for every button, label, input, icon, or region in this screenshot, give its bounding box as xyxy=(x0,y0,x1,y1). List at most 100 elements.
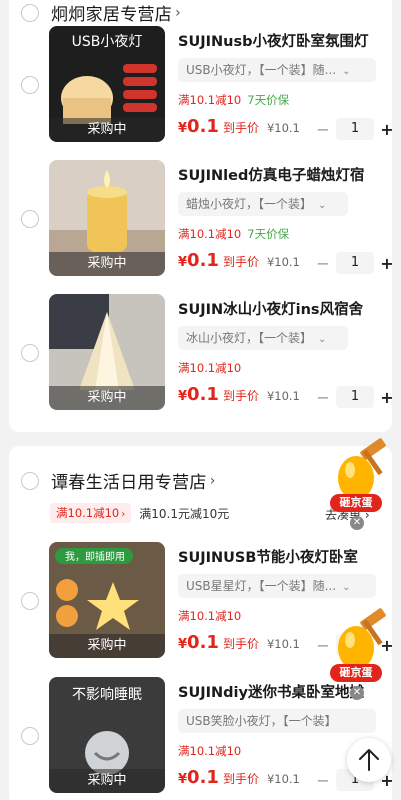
chevron-right-icon: › xyxy=(175,4,181,21)
store-name[interactable]: 炯炯家居专营店 xyxy=(51,0,172,25)
promo-text: 满10.1减10 xyxy=(178,743,241,759)
spec-selector[interactable]: 冰山小夜灯，【一个装】 ⌄ xyxy=(178,326,348,350)
price-hint: 到手价 xyxy=(222,389,259,403)
svg-text:不影响睡眠: 不影响睡眠 xyxy=(72,687,142,703)
product-image[interactable]: 采购中 xyxy=(49,160,165,276)
product-title[interactable]: SUJIN冰山小夜灯ins风宿舍 xyxy=(178,298,388,319)
price-row: ¥ 0.1 到手价 ¥10.1 xyxy=(178,250,300,271)
minus-button[interactable]: − xyxy=(316,120,330,139)
item-select-checkbox[interactable] xyxy=(21,592,39,610)
price-value: 0.1 xyxy=(187,384,219,405)
item-select-checkbox[interactable] xyxy=(21,76,39,94)
promo-text: 满10.1减10 xyxy=(178,360,241,376)
product-image[interactable]: 我，即插即用 采购中 xyxy=(49,542,165,658)
store-header[interactable]: 谭春生活日用专营店 › xyxy=(21,468,215,493)
store-card: 炯炯家居专营店 › USB小夜灯 采购中 SUJINusb小夜灯卧室氛围灯 US… xyxy=(9,0,394,432)
plus-button[interactable]: + xyxy=(380,388,394,407)
product-title[interactable]: SUJINUSB节能小夜灯卧室 xyxy=(178,546,388,567)
smash-egg-label: 砸京蛋 xyxy=(330,664,382,682)
original-price: ¥10.1 xyxy=(266,637,300,651)
item-select-checkbox[interactable] xyxy=(21,210,39,228)
quantity-stepper: − 1 + xyxy=(316,252,394,274)
product-title[interactable]: SUJINusb小夜灯卧室氛围灯 xyxy=(178,30,388,51)
quantity-input[interactable]: 1 xyxy=(336,118,374,140)
product-title[interactable]: SUJINled仿真电子蜡烛灯宿 xyxy=(178,164,388,185)
chevron-right-icon: › xyxy=(121,509,126,520)
promo-text: 满10.1减10 xyxy=(178,608,241,624)
price-value: 0.1 xyxy=(187,767,219,788)
quantity-input[interactable]: 1 xyxy=(336,386,374,408)
spec-text: 蜡烛小夜灯，【一个装】 xyxy=(186,197,313,211)
plus-button[interactable]: + xyxy=(380,254,394,273)
chevron-down-icon: ⌄ xyxy=(318,334,327,345)
coupon-tag[interactable]: 满10.1减10 › xyxy=(50,503,132,523)
item-select-checkbox[interactable] xyxy=(21,727,39,745)
spec-text: USB星星灯，【一个装】随... xyxy=(186,579,337,593)
plus-button[interactable]: + xyxy=(380,120,394,139)
spec-selector[interactable]: USB星星灯，【一个装】随... ⌄ xyxy=(178,574,376,598)
currency: ¥ xyxy=(178,772,188,787)
buying-badge: 采购中 xyxy=(49,386,165,410)
minus-button[interactable]: − xyxy=(316,254,330,273)
price-protect: 7天价保 xyxy=(247,227,290,241)
price-row: ¥ 0.1 到手价 ¥10.1 xyxy=(178,116,300,137)
spec-text: 冰山小夜灯，【一个装】 xyxy=(186,331,313,345)
promo-text: 满10.1减10 7天价保 xyxy=(178,226,289,242)
price-hint: 到手价 xyxy=(222,772,259,786)
spec-selector[interactable]: USB小夜灯，【一个装】随... ⌄ xyxy=(178,58,376,82)
smash-egg-widget[interactable]: 砸京蛋 ✕ xyxy=(326,608,392,700)
original-price: ¥10.1 xyxy=(266,121,300,135)
product-image[interactable]: USB小夜灯 采购中 xyxy=(49,26,165,142)
original-price: ¥10.1 xyxy=(266,772,300,786)
price-value: 0.1 xyxy=(187,116,219,137)
back-to-top-button[interactable] xyxy=(347,738,391,782)
original-price: ¥10.1 xyxy=(266,389,300,403)
price-protect: 7天价保 xyxy=(247,93,290,107)
store-select-checkbox[interactable] xyxy=(21,3,39,22)
quantity-input[interactable]: 1 xyxy=(336,252,374,274)
chevron-down-icon: ⌄ xyxy=(318,200,327,211)
store-name[interactable]: 谭春生活日用专营店 xyxy=(51,468,207,493)
coupon-tag-text: 满10.1减10 xyxy=(56,506,120,520)
promo-discount: 满10.1减10 xyxy=(178,744,242,758)
svg-text:我，即插即用: 我，即插即用 xyxy=(65,550,125,563)
currency: ¥ xyxy=(178,637,188,652)
spec-selector[interactable]: 蜡烛小夜灯，【一个装】 ⌄ xyxy=(178,192,348,216)
chevron-right-icon: › xyxy=(209,472,216,489)
promo-discount: 满10.1减10 xyxy=(178,361,242,375)
close-icon[interactable]: ✕ xyxy=(350,686,364,700)
original-price: ¥10.1 xyxy=(266,255,300,269)
cart-item: 采购中 SUJINled仿真电子蜡烛灯宿 蜡烛小夜灯，【一个装】 ⌄ 满10.1减… xyxy=(9,160,394,278)
minus-button[interactable]: − xyxy=(316,771,330,790)
smash-egg-widget[interactable]: 砸京蛋 ✕ xyxy=(326,438,392,530)
spec-selector[interactable]: USB笑脸小夜灯，【一个装】 xyxy=(178,709,376,733)
price-hint: 到手价 xyxy=(222,637,259,651)
close-icon[interactable]: ✕ xyxy=(350,516,364,530)
coupon-text: 满10.1元减10元 xyxy=(139,506,230,521)
promo-discount: 满10.1减10 xyxy=(178,93,242,107)
cart-item: 采购中 SUJIN冰山小夜灯ins风宿舍 冰山小夜灯，【一个装】 ⌄ 满10.1减… xyxy=(9,294,394,412)
product-image[interactable]: 不影响睡眠 采购中 xyxy=(49,677,165,793)
cart-item: 不影响睡眠 采购中 SUJINdiy迷你书桌卧室地摊 USB笑脸小夜灯，【一个装… xyxy=(9,677,394,795)
minus-button[interactable]: − xyxy=(316,388,330,407)
promo-discount: 满10.1减10 xyxy=(178,227,242,241)
product-image[interactable]: 采购中 xyxy=(49,294,165,410)
buying-badge: 采购中 xyxy=(49,634,165,658)
chevron-down-icon: ⌄ xyxy=(342,582,351,593)
buying-badge: 采购中 xyxy=(49,118,165,142)
quantity-stepper: − 1 + xyxy=(316,386,394,408)
buying-badge: 采购中 xyxy=(49,769,165,793)
currency: ¥ xyxy=(178,255,188,270)
coupon-row[interactable]: 满10.1减10 › 满10.1元减10元 xyxy=(50,503,229,523)
promo-text: 满10.1减10 7天价保 xyxy=(178,92,289,108)
chevron-down-icon: ⌄ xyxy=(342,66,351,77)
store-header[interactable]: 炯炯家居专营店 › xyxy=(21,0,181,25)
item-select-checkbox[interactable] xyxy=(21,344,39,362)
promo-discount: 满10.1减10 xyxy=(178,609,242,623)
svg-text:USB小夜灯: USB小夜灯 xyxy=(72,34,143,50)
smash-egg-label: 砸京蛋 xyxy=(330,494,382,512)
spec-text: USB小夜灯，【一个装】随... xyxy=(186,63,337,77)
store-select-checkbox[interactable] xyxy=(21,471,39,490)
arrow-up-icon xyxy=(359,749,379,771)
currency: ¥ xyxy=(178,389,188,404)
